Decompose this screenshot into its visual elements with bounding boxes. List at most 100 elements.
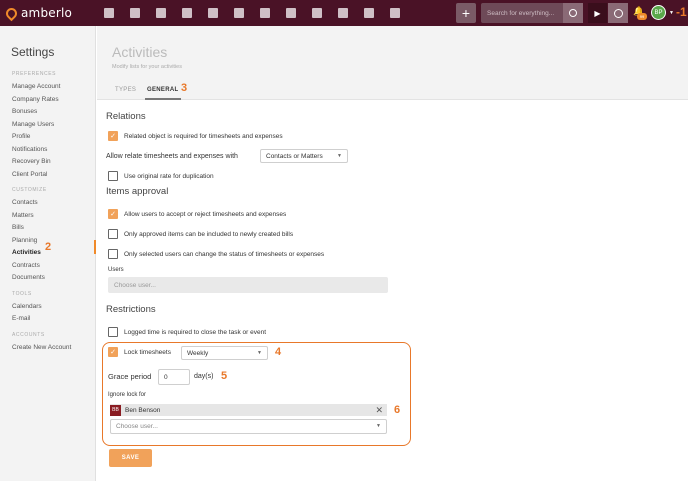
dashboard-icon[interactable] xyxy=(96,0,122,26)
bills-icon-glyph xyxy=(182,8,192,18)
sidebar-item-activities[interactable]: Activities xyxy=(12,247,95,260)
sidebar-item-planning[interactable]: Planning xyxy=(12,235,95,248)
ignore-lock-user-select[interactable]: Choose user... ▼ xyxy=(110,419,387,434)
grace-period-unit: day(s) xyxy=(194,373,214,380)
sidebar-item-create-new-account[interactable]: Create New Account xyxy=(12,342,95,355)
bank-icon-glyph xyxy=(208,8,218,18)
bills-icon[interactable] xyxy=(174,0,200,26)
sidebar-item-bonuses[interactable]: Bonuses xyxy=(12,106,95,119)
chevron-down-icon: ▼ xyxy=(376,423,381,429)
page-subtitle: Modify lists for your activities xyxy=(112,64,182,70)
documents-icon-glyph xyxy=(338,8,348,18)
sidebar-item-contracts[interactable]: Contracts xyxy=(12,260,95,273)
user-avatar[interactable]: BP xyxy=(651,5,666,20)
bank-icon[interactable] xyxy=(200,0,226,26)
sidebar-section-accounts: ACCOUNTS xyxy=(12,331,45,338)
calendar-icon[interactable] xyxy=(226,0,252,26)
active-tab-underline xyxy=(145,98,181,100)
only-approved-option[interactable]: Only approved items can be included to n… xyxy=(108,229,293,239)
folder-icon[interactable] xyxy=(304,0,330,26)
lock-period-value: Weekly xyxy=(187,349,209,357)
play-timer-button[interactable]: ▶ xyxy=(588,3,607,23)
matters-icon[interactable] xyxy=(148,0,174,26)
tab-types[interactable]: TYPES xyxy=(115,87,136,93)
logged-time-checkbox[interactable] xyxy=(108,327,118,337)
items-approval-heading: Items approval xyxy=(106,186,169,197)
logo[interactable]: amberlo xyxy=(3,5,86,21)
search-button[interactable] xyxy=(563,3,583,23)
activities-icon[interactable] xyxy=(252,0,278,26)
users-select[interactable]: Choose user... xyxy=(108,277,388,293)
activities-icon-glyph xyxy=(260,8,270,18)
sidebar-item-manage-users[interactable]: Manage Users xyxy=(12,119,95,132)
step-marker-1: -1 xyxy=(676,5,687,19)
discounts-icon[interactable] xyxy=(278,0,304,26)
global-search[interactable]: Search for everything... xyxy=(481,3,583,23)
lock-timesheets-option[interactable]: ✓ Lock timesheets xyxy=(108,347,171,357)
selected-user-name: Ben Benson xyxy=(125,406,161,414)
sidebar-item-profile[interactable]: Profile xyxy=(12,131,95,144)
reports-icon[interactable] xyxy=(382,0,408,26)
sidebar-item-notifications[interactable]: Notifications xyxy=(12,144,95,157)
chevron-down-icon: ▼ xyxy=(337,153,342,159)
related-object-required-option[interactable]: ✓ Related object is required for timeshe… xyxy=(108,131,283,141)
sidebar-item-bills[interactable]: Bills xyxy=(12,222,95,235)
mail-icon-glyph xyxy=(364,8,374,18)
dashboard-icon-glyph xyxy=(104,8,114,18)
step-marker-2: 2 xyxy=(45,241,52,253)
restrictions-heading: Restrictions xyxy=(106,304,156,315)
sidebar-item-matters[interactable]: Matters xyxy=(12,210,95,223)
grace-period-input[interactable]: 0 xyxy=(158,369,190,385)
step-marker-5: 5 xyxy=(221,370,228,382)
ignore-lock-selected-user: BB Ben Benson ✕ xyxy=(110,404,387,416)
search-icon xyxy=(569,9,577,17)
step-marker-6: 6 xyxy=(394,404,401,416)
tab-general[interactable]: GENERAL xyxy=(147,87,178,93)
logged-time-option[interactable]: Logged time is required to close the tas… xyxy=(108,327,266,337)
settings-sidebar: Settings PREFERENCES Manage Account Compan… xyxy=(0,26,96,481)
allow-accept-option[interactable]: ✓ Allow users to accept or reject timesh… xyxy=(108,209,286,219)
sidebar-item-documents[interactable]: Documents xyxy=(12,272,95,285)
allow-accept-label: Allow users to accept or reject timeshee… xyxy=(124,210,287,218)
search-input[interactable]: Search for everything... xyxy=(481,10,563,17)
close-icon[interactable]: ✕ xyxy=(375,405,383,416)
sidebar-section-tools: TOOLS xyxy=(12,290,32,297)
sidebar-item-recovery-bin[interactable]: Recovery Bin xyxy=(12,156,95,169)
sidebar-item-calendars[interactable]: Calendars xyxy=(12,301,95,314)
add-new-button[interactable]: + xyxy=(456,3,476,23)
sidebar-item-company-rates[interactable]: Company Rates xyxy=(12,94,95,107)
contacts-icon[interactable] xyxy=(122,0,148,26)
original-rate-option[interactable]: Use original rate for duplication xyxy=(108,171,214,181)
only-approved-checkbox[interactable] xyxy=(108,229,118,239)
mail-icon[interactable] xyxy=(356,0,382,26)
ignore-lock-placeholder: Choose user... xyxy=(116,423,158,430)
timer-button[interactable] xyxy=(608,3,628,23)
chevron-down-icon[interactable]: ▼ xyxy=(669,10,674,16)
lock-timesheets-checkbox[interactable]: ✓ xyxy=(108,347,118,357)
lock-timesheets-label: Lock timesheets xyxy=(124,348,171,356)
sidebar-item-contacts[interactable]: Contacts xyxy=(12,197,95,210)
sidebar-item-manage-account[interactable]: Manage Account xyxy=(12,81,95,94)
related-object-checkbox[interactable]: ✓ xyxy=(108,131,118,141)
allow-relate-value: Contacts or Matters xyxy=(266,152,323,160)
amberlo-logo-icon xyxy=(3,5,20,21)
sidebar-item-client-portal[interactable]: Client Portal xyxy=(12,169,95,182)
relations-heading: Relations xyxy=(106,111,146,122)
ignore-lock-label: Ignore lock for xyxy=(108,392,147,398)
notification-count-badge: 99 xyxy=(637,13,647,20)
calendar-icon-glyph xyxy=(234,8,244,18)
allow-relate-select[interactable]: Contacts or Matters ▼ xyxy=(260,149,348,163)
sidebar-item-e-mail[interactable]: E-mail xyxy=(12,313,95,326)
save-button[interactable]: SAVE xyxy=(109,449,152,467)
only-selected-checkbox[interactable] xyxy=(108,249,118,259)
sidebar-section-preferences: PREFERENCES xyxy=(12,71,57,77)
documents-icon[interactable] xyxy=(330,0,356,26)
only-selected-option[interactable]: Only selected users can change the statu… xyxy=(108,249,324,259)
grace-period-label: Grace period xyxy=(108,372,152,381)
original-rate-checkbox[interactable] xyxy=(108,171,118,181)
page-title: Activities xyxy=(112,44,168,60)
allow-accept-checkbox[interactable]: ✓ xyxy=(108,209,118,219)
lock-period-select[interactable]: Weekly ▼ xyxy=(181,346,268,360)
sidebar-section-customize: CUSTOMIZE xyxy=(12,187,47,193)
related-object-label: Related object is required for timesheet… xyxy=(124,132,283,140)
